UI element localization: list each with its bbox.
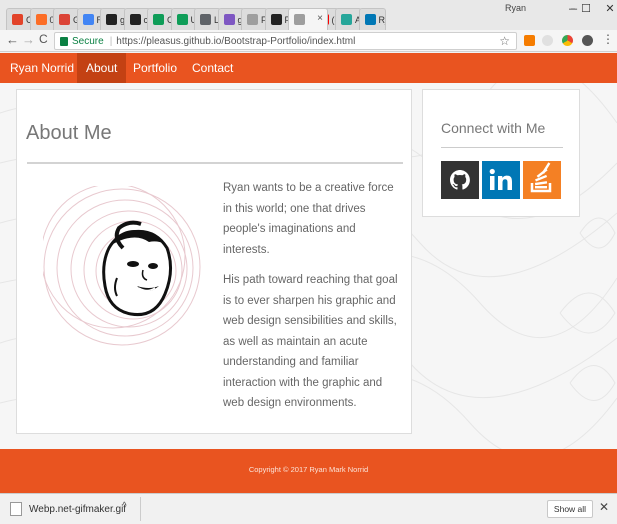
app-icon: [223, 14, 235, 25]
browser-tab[interactable]: Ca: [147, 8, 174, 30]
about-divider: [27, 162, 403, 164]
browser-tab[interactable]: Le: [194, 8, 221, 30]
docs-icon: [82, 14, 94, 25]
bio-paragraph-1: Ryan wants to be a creative force in thi…: [223, 182, 394, 256]
nav-about[interactable]: About: [77, 53, 127, 83]
account-icon[interactable]: [582, 35, 593, 46]
menu-icon[interactable]: ⋮: [602, 32, 614, 46]
tab-close-icon[interactable]: ×: [317, 13, 323, 24]
forward-button[interactable]: →: [22, 32, 35, 47]
browser-tab[interactable]: ×: [288, 8, 328, 30]
address-separator: |: [109, 35, 113, 47]
webpage: Ryan Norrid About Portfolio Contact Abou…: [0, 53, 617, 493]
extension-icon[interactable]: [524, 35, 535, 46]
bio-paragraph-2: His path toward reaching that goal is to…: [223, 274, 398, 409]
file-icon: [10, 502, 22, 516]
site-footer: Copyright © 2017 Ryan Mark Norrid: [0, 449, 617, 493]
about-bio: Ryan wants to be a creative force in thi…: [223, 178, 401, 424]
calendar-icon: [59, 14, 70, 25]
back-button[interactable]: ←: [6, 32, 19, 47]
sheet-icon: [176, 14, 188, 25]
browser-toolbar: ← → C Secure | https://pleasus.github.io…: [0, 30, 617, 52]
connect-panel: Connect with Me: [422, 89, 580, 217]
browser-tab[interactable]: Fr: [241, 8, 268, 30]
site-navbar: Ryan Norrid About Portfolio Contact: [0, 53, 617, 83]
show-all-button[interactable]: Show all: [547, 500, 593, 518]
github-icon[interactable]: [441, 161, 479, 199]
lock-icon: [60, 36, 68, 46]
download-menu-chevron-icon[interactable]: ^: [122, 501, 127, 512]
profile-name[interactable]: Ryan: [505, 3, 526, 13]
browser-tab[interactable]: Rj: [358, 8, 386, 30]
github-icon: [270, 14, 282, 25]
footer-copyright: Copyright © 2017 Ryan Mark Norrid: [248, 465, 369, 474]
close-download-bar-icon[interactable]: ✕: [599, 500, 609, 514]
browser-tab[interactable]: Al: [335, 8, 362, 30]
window-close[interactable]: ✕: [596, 1, 617, 17]
site-brand[interactable]: Ryan Norrid: [10, 61, 74, 75]
address-bar[interactable]: Secure | https://pleasus.github.io/Boots…: [54, 32, 517, 50]
bookmark-star-icon[interactable]: ☆: [499, 34, 510, 48]
download-bar: Webp.net-gifmaker.gif ^ Show all ✕: [0, 493, 617, 524]
sheet-icon: [153, 14, 164, 25]
linkedin-icon[interactable]: [482, 161, 520, 199]
url-text[interactable]: https://pleasus.github.io/Bootstrap-Port…: [116, 36, 355, 47]
github-icon: [106, 14, 117, 25]
gitlab-icon: [35, 14, 47, 25]
browser-tab[interactable]: Cl: [6, 8, 33, 30]
connect-title: Connect with Me: [441, 120, 546, 136]
about-panel: About Me Ryan wants to be a creative for…: [16, 89, 412, 434]
browser-tab[interactable]: Gi: [53, 8, 80, 30]
gitlab-icon: [12, 14, 23, 25]
page-icon: [200, 14, 211, 25]
browser-tab[interactable]: gi: [100, 8, 127, 30]
connect-divider: [441, 147, 563, 148]
download-divider: [140, 497, 141, 521]
nav-contact[interactable]: Contact: [183, 53, 242, 83]
page-icon: [247, 14, 258, 25]
tab-strip: Cl03GiRygiccCaUjLegeFrPl×(8AlRj Ryan –: [0, 0, 617, 30]
nav-portfolio[interactable]: Portfolio: [124, 53, 186, 83]
secure-label: Secure: [72, 35, 104, 47]
page-icon: [294, 14, 305, 25]
download-filename[interactable]: Webp.net-gifmaker.gif: [29, 504, 126, 515]
app-icon: [341, 14, 352, 25]
extension-icon-2[interactable]: [542, 35, 553, 46]
tab-label: Rj: [378, 14, 385, 25]
chrome-extension-icon[interactable]: [562, 35, 573, 46]
reload-button[interactable]: C: [39, 32, 48, 46]
portrait-image: [43, 186, 201, 346]
stackoverflow-icon[interactable]: [523, 161, 561, 199]
github-icon: [129, 14, 141, 25]
about-title: About Me: [26, 122, 112, 144]
linkedin-icon: [364, 14, 376, 25]
